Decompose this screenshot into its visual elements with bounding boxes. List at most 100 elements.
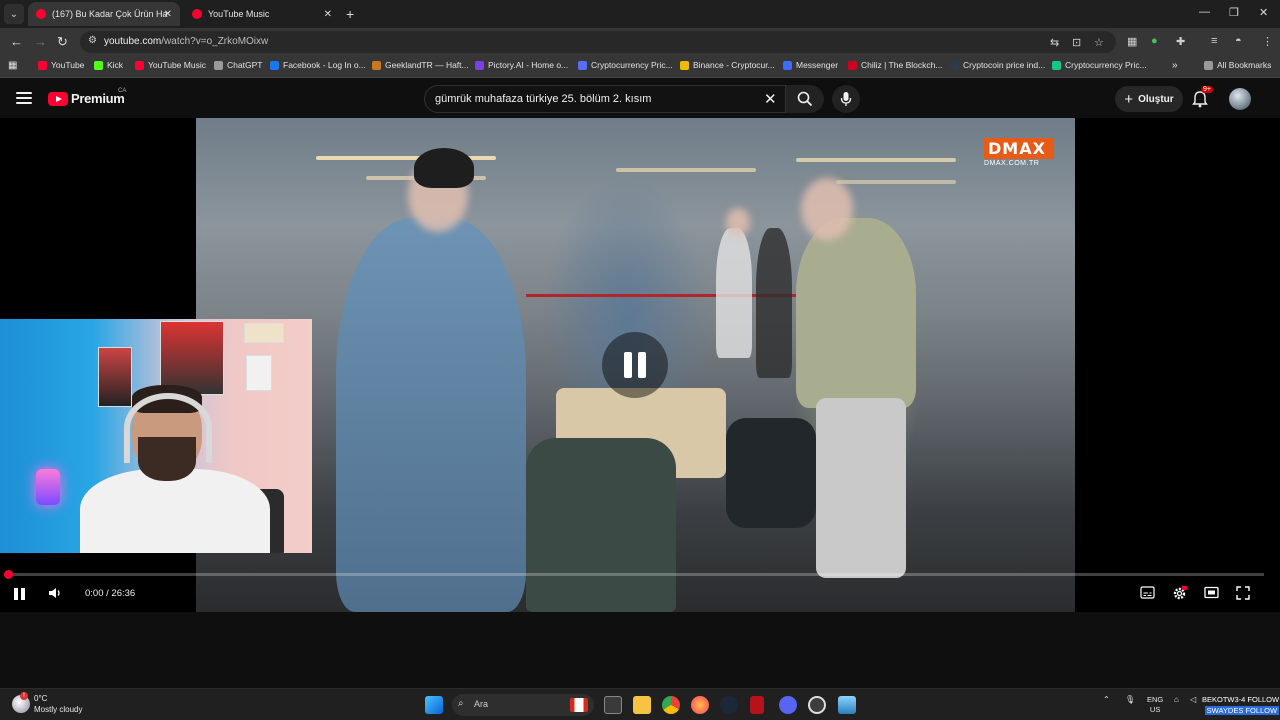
steam-icon[interactable] (720, 696, 738, 714)
create-button[interactable]: + Oluştur (1115, 86, 1183, 112)
all-bookmarks-folder[interactable]: All Bookmarks (1204, 60, 1271, 70)
apps-grid-icon[interactable]: ▦ (8, 60, 17, 71)
bookmarks-bar: ▦ YouTube Kick YouTube Music ChatGPT Fac… (0, 56, 1280, 78)
extension-icon[interactable]: ▦ (1127, 35, 1137, 48)
bookmark-item[interactable]: Cryptocurrency Pric... (578, 60, 673, 70)
more-bookmarks-icon[interactable]: » (1172, 60, 1178, 71)
discord-icon[interactable] (779, 696, 797, 714)
menu-icon[interactable] (16, 92, 32, 104)
bookmark-item[interactable]: Pictory.AI - Home o... (475, 60, 568, 70)
extensions-puzzle-icon[interactable]: ✚ (1176, 35, 1185, 48)
search-icon: ⌕ (458, 698, 464, 709)
weather-widget[interactable]: ! 0°C Mostly cloudy (12, 692, 82, 715)
time-display: 0:00 / 26:36 (85, 588, 136, 599)
bookmark-star-icon[interactable]: ☆ (1094, 36, 1104, 49)
close-tab-icon[interactable]: ✕ (164, 9, 172, 20)
tab-search-button[interactable]: ⌄ (4, 4, 24, 24)
bookmark-favicon-icon (270, 60, 279, 70)
translate-icon[interactable]: ⇆ (1050, 36, 1059, 49)
media-control-icon[interactable]: ≡ (1211, 35, 1217, 47)
settings-button[interactable] (1172, 586, 1187, 601)
progress-scrubber-handle[interactable] (4, 570, 13, 579)
stream-follow-overlay: BEKOTW3-4 FOLLOW SWAYDES FOLLOW (1202, 695, 1280, 715)
bookmark-favicon-icon (214, 60, 223, 70)
youtube-logo-icon (48, 91, 68, 106)
pause-button[interactable] (14, 587, 28, 601)
youtube-favicon-icon (36, 9, 46, 19)
video-player[interactable]: DMAX DMAX.COM.TR 0:00 / 26:36 (0, 118, 1280, 612)
language-indicator[interactable]: ENG US (1147, 695, 1163, 715)
bookmark-item[interactable]: Messenger (783, 60, 838, 70)
tab-title: YouTube Music (208, 9, 270, 19)
bookmark-favicon-icon (38, 60, 47, 70)
volume-button[interactable] (48, 586, 62, 600)
back-icon[interactable]: ← (10, 34, 23, 49)
windows-start-icon[interactable] (425, 696, 443, 714)
pause-overlay-icon[interactable] (602, 332, 668, 398)
youtube-premium-logo[interactable]: Premium CA (48, 88, 126, 106)
flag-icon (570, 698, 588, 712)
fullscreen-button[interactable] (1236, 586, 1250, 600)
plus-icon: + (1124, 90, 1134, 108)
profile-icon[interactable]: ◓ (1235, 35, 1242, 47)
reload-icon[interactable]: ↻ (57, 34, 68, 50)
browser-toolbar: ← → ↻ ⚙ youtube.com/watch?v=o_ZrkoMOixw … (0, 28, 1280, 56)
progress-bar[interactable] (4, 570, 1264, 579)
theater-mode-button[interactable] (1204, 586, 1219, 599)
network-icon[interactable]: ⌂ (1174, 695, 1179, 704)
bookmark-item[interactable]: ChatGPT (214, 60, 262, 70)
bookmark-item[interactable]: YouTube (38, 60, 84, 70)
install-app-icon[interactable]: ⊡ (1072, 36, 1081, 49)
bookmark-item[interactable]: Cryptocoin price ind... (950, 60, 1045, 70)
channel-watermark: DMAX DMAX.COM.TR (984, 138, 1054, 168)
youtube-header: Premium CA gümrük muhafaza türkiye 25. b… (0, 80, 1280, 118)
folder-icon (1204, 60, 1213, 70)
restore-icon[interactable]: ❐ (1229, 6, 1239, 19)
voice-search-button[interactable] (832, 85, 860, 113)
search-input[interactable]: gümrük muhafaza türkiye 25. bölüm 2. kıs… (424, 85, 786, 113)
firefox-icon[interactable] (691, 696, 709, 714)
microphone-tray-icon[interactable]: 🎙 (1125, 695, 1135, 704)
extension-badge-icon[interactable]: ● (1151, 35, 1158, 47)
taskbar-search[interactable]: ⌕ Ara (452, 694, 594, 716)
weather-temp: 0°C (34, 694, 48, 703)
site-info-icon[interactable]: ⚙ (88, 35, 102, 49)
bookmark-item[interactable]: Binance - Cryptocur... (680, 60, 775, 70)
minimize-icon[interactable]: — (1199, 6, 1210, 18)
microphone-icon (840, 92, 852, 106)
obs-icon[interactable] (808, 696, 826, 714)
account-avatar[interactable] (1229, 88, 1251, 110)
tab-youtube-video[interactable]: (167) Bu Kadar Çok Ürün Ha ✕ (28, 2, 180, 26)
search-query: gümrük muhafaza türkiye 25. bölüm 2. kıs… (435, 93, 652, 105)
chrome-icon[interactable] (662, 696, 680, 714)
speaker-icon[interactable]: ◁ (1190, 695, 1196, 704)
bookmark-item[interactable]: Cryptocurrency Pric... (1052, 60, 1147, 70)
show-hidden-icons-chevron-icon[interactable]: ⌃ (1103, 695, 1110, 704)
notifications-button[interactable]: 9+ (1192, 86, 1213, 108)
close-window-icon[interactable]: ✕ (1259, 6, 1268, 19)
app-icon[interactable] (750, 696, 764, 714)
video-frame[interactable]: DMAX DMAX.COM.TR (196, 118, 1075, 612)
bookmark-item[interactable]: Facebook - Log In o... (270, 60, 366, 70)
browser-tab-strip: ⌄ (167) Bu Kadar Çok Ürün Ha ✕ YouTube M… (0, 0, 1280, 28)
photos-icon[interactable] (838, 696, 856, 714)
theater-icon (1204, 586, 1219, 599)
search-button[interactable] (786, 85, 824, 113)
chrome-menu-icon[interactable]: ⋮ (1262, 35, 1273, 48)
bookmark-favicon-icon (783, 60, 792, 70)
clear-search-icon[interactable]: ✕ (764, 90, 777, 108)
address-bar[interactable]: ⚙ youtube.com/watch?v=o_ZrkoMOixw ⇆ ⊡ ☆ (80, 31, 1116, 53)
bookmark-favicon-icon (680, 60, 689, 70)
bookmark-item[interactable]: Kick (94, 60, 123, 70)
gear-icon (1173, 586, 1187, 600)
bookmark-item[interactable]: GeeklandTR — Haft... (372, 60, 469, 70)
subtitles-button[interactable] (1140, 586, 1155, 599)
new-tab-icon[interactable]: + (346, 6, 354, 22)
close-tab-icon[interactable]: ✕ (324, 9, 332, 20)
bookmark-item[interactable]: YouTube Music (135, 60, 206, 70)
bookmark-item[interactable]: Chiliz | The Blockch... (848, 60, 942, 70)
file-explorer-icon[interactable] (633, 696, 651, 714)
tab-youtube-music[interactable]: YouTube Music ✕ (184, 2, 340, 26)
task-view-icon[interactable] (604, 696, 622, 714)
forward-icon[interactable]: → (34, 34, 47, 49)
